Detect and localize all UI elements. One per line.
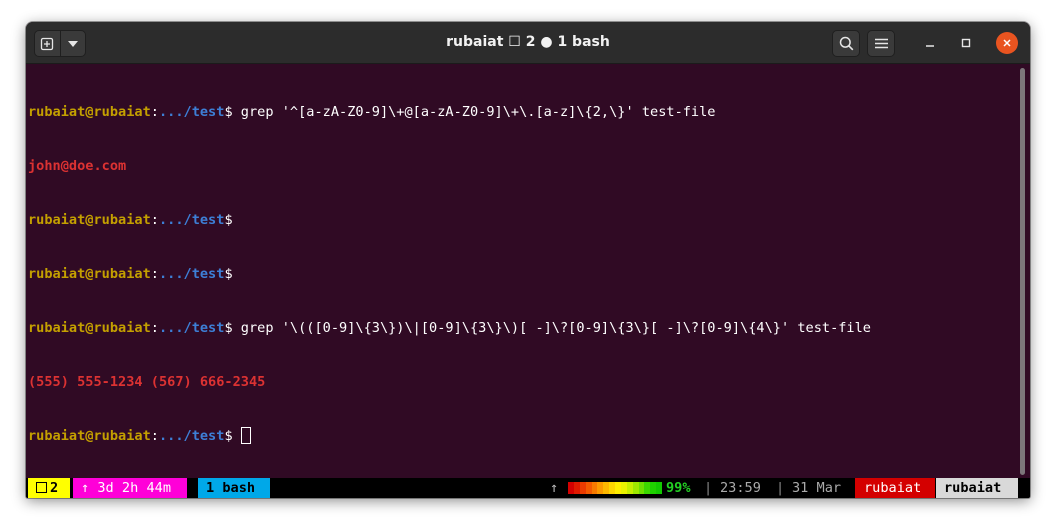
prompt-line: rubaiat@rubaiat:.../test$: [28, 211, 1030, 229]
prompt-dollar: $: [224, 320, 233, 336]
close-icon: [1003, 39, 1011, 47]
window-count-segment: 2: [28, 478, 70, 498]
prompt-dollar: $: [224, 428, 233, 444]
prompt-separator: :: [150, 428, 159, 444]
prompt-dollar: $: [224, 266, 233, 282]
battery-percent: 99%: [666, 480, 691, 496]
prompt-dollar: $: [224, 104, 233, 120]
search-button[interactable]: [832, 30, 860, 57]
prompt-user: rubaiat@rubaiat: [28, 104, 151, 120]
prompt-path: .../test: [158, 266, 225, 282]
prompt-user: rubaiat@rubaiat: [28, 212, 151, 228]
prompt-user: rubaiat@rubaiat: [28, 428, 151, 444]
text-cursor: [240, 427, 251, 444]
command-text: [233, 428, 241, 444]
output-line: john@doe.com: [28, 157, 1030, 175]
close-button[interactable]: [996, 32, 1018, 54]
hamburger-menu-icon: [874, 38, 888, 49]
maximize-button[interactable]: [956, 33, 976, 53]
title-bar: rubaiat ☐ 2 ● 1 bash: [26, 22, 1030, 64]
prompt-dollar: $: [224, 212, 233, 228]
battery-meter-cell: [656, 482, 662, 494]
terminal-output[interactable]: rubaiat@rubaiat:.../test$ grep '^[a-zA-Z…: [26, 65, 1030, 478]
prompt-line: rubaiat@rubaiat:.../test$: [28, 427, 1030, 445]
charging-arrow-icon: ↑: [550, 480, 559, 496]
terminal-window: rubaiat ☐ 2 ● 1 bash rubaiat@rubaiat:...…: [26, 22, 1030, 498]
session-host: rubaiat: [936, 478, 1018, 498]
prompt-path: .../test: [158, 320, 225, 336]
prompt-separator: :: [150, 266, 159, 282]
output-text: john@doe.com: [28, 158, 127, 174]
prompt-separator: :: [150, 104, 159, 120]
battery-meter: [568, 482, 662, 494]
command-text: grep '^[a-zA-Z0-9]\+@[a-zA-Z0-9]\+\.[a-z…: [232, 104, 716, 120]
window-count: 2: [50, 480, 59, 496]
command-text: grep '\(([0-9]\{3\})\|[0-9]\{3\}\)[ -]\?…: [232, 320, 871, 336]
prompt-line: rubaiat@rubaiat:.../test$ grep '^[a-zA-Z…: [28, 103, 1030, 121]
window-tab-bash[interactable]: 1 bash: [198, 478, 270, 498]
prompt-path: .../test: [158, 428, 225, 444]
prompt-path: .../test: [158, 212, 225, 228]
prompt-separator: :: [150, 320, 159, 336]
window-icon: [36, 482, 47, 493]
clock-date: 31 Mar: [792, 480, 842, 496]
uptime-segment: ↑ 3d 2h 44m: [73, 478, 187, 498]
output-text: (555) 555-1234 (567) 666-2345: [28, 374, 266, 390]
prompt-path: .../test: [158, 104, 225, 120]
clock-time: 23:59: [720, 480, 761, 496]
prompt-user: rubaiat@rubaiat: [28, 266, 151, 282]
minimize-button[interactable]: [920, 33, 940, 53]
search-icon: [839, 36, 853, 51]
session-user: rubaiat: [855, 478, 935, 498]
scrollbar[interactable]: [1020, 68, 1025, 475]
maximize-icon: [961, 38, 971, 48]
prompt-user: rubaiat@rubaiat: [28, 320, 151, 336]
prompt-separator: :: [150, 212, 159, 228]
tmux-status-bar: 2 ↑ 3d 2h 44m 1 bash ↑ 99% | 23:59 | 31 …: [26, 478, 1030, 498]
prompt-line: rubaiat@rubaiat:.../test$: [28, 265, 1030, 283]
menu-button[interactable]: [867, 30, 895, 57]
prompt-line: rubaiat@rubaiat:.../test$ grep '\(([0-9]…: [28, 319, 1030, 337]
output-line: (555) 555-1234 (567) 666-2345: [28, 373, 1030, 391]
divider: |: [776, 480, 785, 496]
divider: |: [704, 480, 713, 496]
minimize-icon: [926, 45, 934, 47]
